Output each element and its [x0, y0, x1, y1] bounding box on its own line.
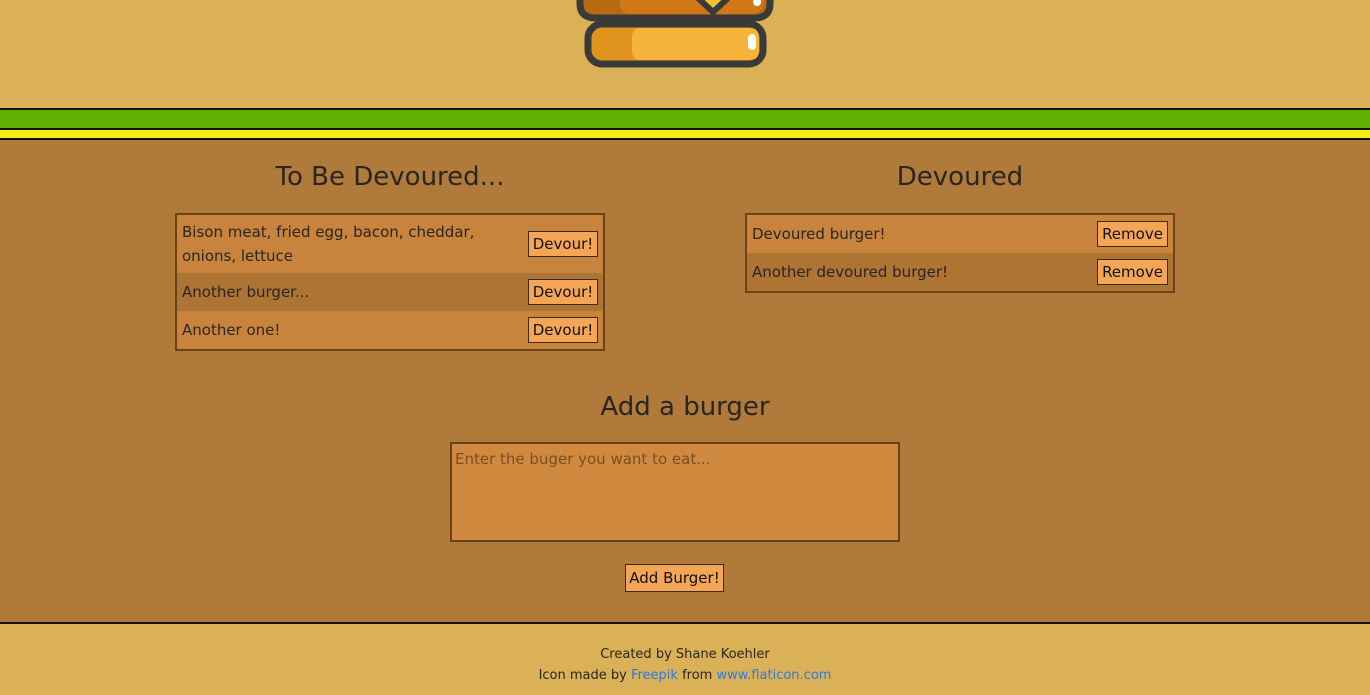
to-devour-title: To Be Devoured... — [275, 162, 505, 192]
devoured-list: Devoured burger! Remove Another devoured… — [745, 213, 1175, 293]
devour-button[interactable]: Devour! — [528, 317, 598, 343]
list-item: Another burger... Devour! — [177, 273, 603, 311]
burger-name: Another burger... — [182, 283, 310, 301]
icon-credit-prefix: Icon made by — [538, 668, 627, 683]
list-item: Devoured burger! Remove — [747, 215, 1173, 253]
burger-name: Devoured burger! — [752, 225, 886, 243]
remove-button[interactable]: Remove — [1097, 259, 1168, 285]
add-burger-title: Add a burger — [600, 392, 770, 422]
burger-name: Another one! — [182, 321, 281, 339]
devour-button[interactable]: Devour! — [528, 279, 598, 305]
footer: Created by Shane Koehler Icon made by Fr… — [0, 624, 1370, 695]
flaticon-link[interactable]: www.flaticon.com — [717, 668, 832, 683]
remove-button[interactable]: Remove — [1097, 221, 1168, 247]
main-section: To Be Devoured... Bison meat, fried egg,… — [0, 140, 1370, 622]
header — [0, 0, 1370, 108]
list-item: Bison meat, fried egg, bacon, cheddar, o… — [177, 215, 603, 273]
devoured-title: Devoured — [896, 162, 1024, 192]
burger-logo-icon — [576, 0, 774, 68]
burger-name: Another devoured burger! — [752, 263, 949, 281]
credits-line: Created by Shane Koehler — [600, 647, 770, 662]
burger-name: Bison meat, fried egg, bacon, cheddar, o… — [182, 223, 475, 265]
icon-credit-from: from — [682, 668, 713, 683]
lettuce-stripe — [0, 110, 1370, 128]
add-burger-button[interactable]: Add Burger! — [625, 564, 724, 592]
burger-input[interactable] — [450, 442, 900, 542]
list-item: Another one! Devour! — [177, 311, 603, 349]
devour-button[interactable]: Devour! — [528, 231, 598, 257]
icon-credit-line: Icon made by Freepik from www.flaticon.c… — [0, 668, 1370, 683]
to-devour-list: Bison meat, fried egg, bacon, cheddar, o… — [175, 213, 605, 351]
freepik-link[interactable]: Freepik — [631, 668, 678, 683]
list-item: Another devoured burger! Remove — [747, 253, 1173, 291]
cheese-stripe — [0, 130, 1370, 138]
